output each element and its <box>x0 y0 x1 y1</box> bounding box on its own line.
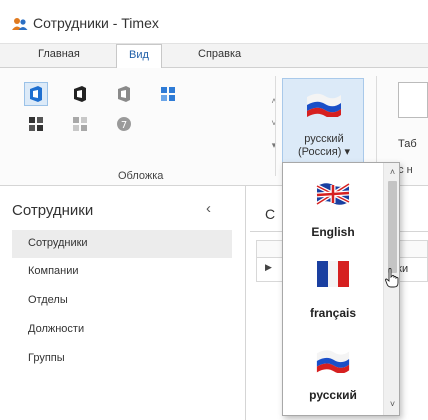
nav-item-groups[interactable]: Группы <box>12 345 232 373</box>
scroll-thumb[interactable] <box>388 181 397 273</box>
language-button[interactable]: русский (Россия) ▾ <box>282 78 364 164</box>
gallery-down-icon[interactable]: ˅ <box>268 112 280 134</box>
uk-flag-icon <box>315 182 351 206</box>
nav-title: Сотрудники <box>12 202 94 219</box>
collapse-icon[interactable]: ‹ <box>206 200 211 217</box>
skin-round-gray-icon[interactable]: 7 <box>112 112 136 136</box>
tab-view[interactable]: Вид <box>116 44 162 69</box>
nav-item-positions[interactable]: Должности <box>12 316 232 344</box>
nav-item-employees[interactable]: Сотрудники <box>12 230 232 258</box>
skin-office-gray-icon[interactable] <box>112 82 136 106</box>
scroll-up-icon[interactable]: ˄ <box>384 167 399 177</box>
ribbon-tabs: Главная Вид Справка <box>0 44 428 69</box>
group-separator <box>376 76 377 176</box>
tab-help[interactable]: Справка <box>198 48 241 60</box>
gallery-up-icon[interactable]: ˄ <box>268 90 280 112</box>
table-icon[interactable] <box>398 82 428 118</box>
language-line2: (Россия) ▾ <box>298 146 350 158</box>
group-separator <box>275 76 276 176</box>
table-button-label[interactable]: Таб <box>398 138 417 150</box>
skin-office-black-icon[interactable] <box>68 82 92 106</box>
skin-tiles-dark-icon[interactable] <box>24 112 48 136</box>
tab-home[interactable]: Главная <box>38 48 80 60</box>
language-option-russian[interactable] <box>283 347 383 376</box>
gallery-expand-icon[interactable]: ▾ <box>268 134 280 156</box>
language-option-french[interactable] <box>283 259 383 292</box>
nav-item-companies[interactable]: Компании <box>12 258 232 286</box>
language-line1: русский <box>304 133 344 145</box>
window-title: Сотрудники - Timex <box>33 15 159 31</box>
hand-cursor-icon <box>385 268 399 288</box>
skin-tiles-blue-icon[interactable] <box>156 82 180 106</box>
language-button-label: русский (Россия) ▾ <box>283 133 365 159</box>
skin-office-blue-icon[interactable] <box>24 82 48 106</box>
navigation-panel: Сотрудники ‹ Сотрудники Компании Отделы … <box>0 186 246 420</box>
skin-gallery: 7 ˄ ˅ ▾ <box>12 72 277 168</box>
language-label-english[interactable]: English <box>283 225 383 239</box>
nav-item-departments[interactable]: Отделы <box>12 287 232 315</box>
scroll-down-icon[interactable]: ˅ <box>384 399 399 409</box>
language-option-english[interactable] <box>283 181 383 210</box>
france-flag-icon <box>317 261 349 287</box>
svg-text:7: 7 <box>121 120 127 131</box>
language-label-russian[interactable]: русский <box>283 388 383 402</box>
app-users-icon <box>12 18 28 30</box>
language-label-french[interactable]: français <box>283 306 383 320</box>
russia-flag-icon <box>316 350 350 374</box>
skins-group-label: Обложка <box>118 170 164 182</box>
row-indicator-icon: ▶ <box>265 262 272 272</box>
language-dropdown: English français русский ˄ ˅ <box>282 162 400 416</box>
gallery-scroll[interactable]: ˄ ˅ ▾ <box>268 90 280 160</box>
russia-flag-icon <box>307 93 341 117</box>
content-tab-title: С <box>265 206 276 222</box>
dropdown-scrollbar[interactable]: ˄ ˅ <box>383 163 399 415</box>
skin-tiles-light-icon[interactable] <box>68 112 92 136</box>
title-bar: Сотрудники - Timex <box>0 0 428 44</box>
